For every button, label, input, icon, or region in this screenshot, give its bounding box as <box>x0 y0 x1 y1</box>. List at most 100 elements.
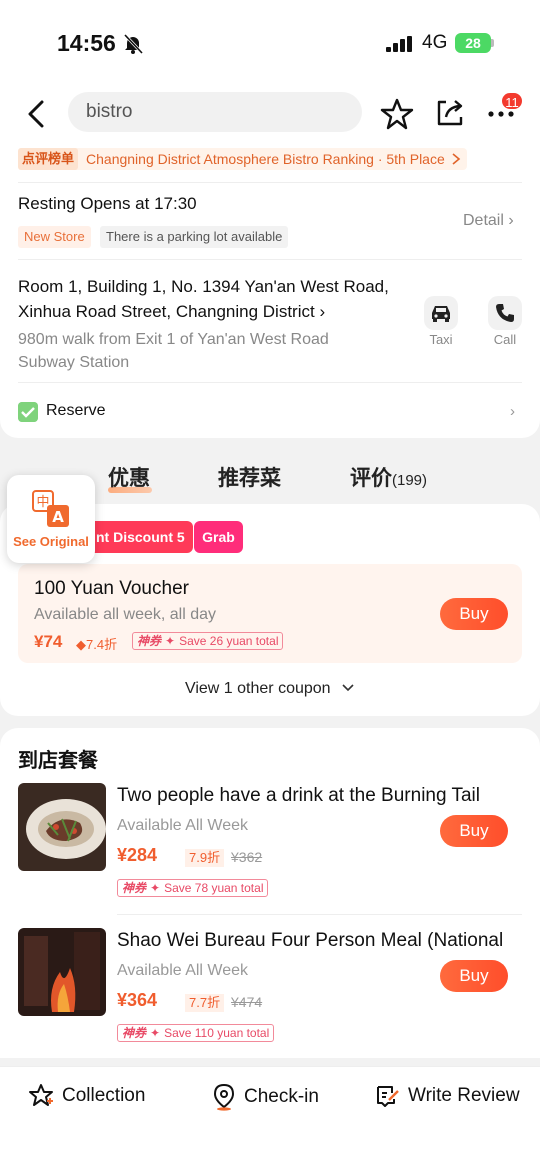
package-original-price: ¥474 <box>231 994 263 1010</box>
translate-icon: 中 A <box>32 490 69 527</box>
chevron-right-icon: › <box>508 212 514 229</box>
taxi-label: Taxi <box>429 332 453 347</box>
parking-tag: There is a parking lot available <box>100 226 289 248</box>
svg-text:A: A <box>52 508 64 526</box>
save-tag: 神券 ✦ Save 78 yuan total <box>117 879 269 897</box>
network-label: 4G <box>422 32 448 53</box>
save-text: Save 26 yuan total <box>179 634 279 648</box>
reserve-label: Reserve <box>46 402 106 419</box>
save-text: Save 78 yuan total <box>164 881 264 895</box>
tab-reviews[interactable]: 评价(199) <box>350 462 427 492</box>
ranking-banner[interactable]: 点评榜单 Changning District Atmosphere Bistr… <box>18 148 467 170</box>
detail-label: Detail <box>463 212 504 229</box>
chevron-right-icon: › <box>314 302 326 321</box>
chevron-right-icon: › <box>510 403 515 420</box>
package-original-price: ¥362 <box>231 849 263 865</box>
address[interactable]: Room 1, Building 1, No. 1394 Yan'an West… <box>18 274 398 324</box>
status-time: 14:56 <box>57 30 116 56</box>
reserve-row[interactable]: Reserve › <box>18 400 522 424</box>
chevron-right-icon <box>452 153 460 165</box>
phone-icon <box>496 304 514 322</box>
signal-icon <box>386 36 412 52</box>
nav-row: bistro 11 <box>0 88 540 140</box>
divider <box>18 259 522 260</box>
battery-tip <box>491 39 494 47</box>
package-item[interactable]: Two people have a drink at the Burning T… <box>18 783 522 903</box>
taxi-button[interactable] <box>424 296 458 330</box>
back-arrow-icon[interactable] <box>24 98 50 130</box>
checkin-button[interactable]: Check-in <box>212 1083 319 1111</box>
voucher-availability: Available all week, all day <box>34 606 217 623</box>
buy-button[interactable]: Buy <box>440 598 508 630</box>
save-tag: 神券 ✦ Save 110 yuan total <box>117 1024 275 1042</box>
bottom-action-bar: Collection Check-in Write Review <box>0 1066 540 1174</box>
package-discount: 7.9折 <box>185 849 225 867</box>
package-availability: Available All Week <box>117 962 249 979</box>
tag-icon: ◆ <box>76 637 86 652</box>
voucher-title: 100 Yuan Voucher <box>34 578 189 599</box>
review-count: (199) <box>392 472 428 489</box>
packages-section: 到店套餐 Two people have a drink at the Burn… <box>0 728 540 1058</box>
tab-recommended-dishes[interactable]: 推荐菜 <box>218 462 281 492</box>
see-original-button[interactable]: 中 A See Original <box>7 475 95 563</box>
view-other-coupons-label: View 1 other coupon <box>184 680 331 697</box>
search-input[interactable]: bistro <box>68 92 362 132</box>
package-price: ¥364 <box>117 990 158 1010</box>
sparkle-icon: ✦ <box>150 1026 161 1040</box>
package-price: ¥284 <box>117 845 158 865</box>
divider <box>18 382 522 383</box>
detail-link[interactable]: Detail › <box>463 212 514 230</box>
ranking-tag: 点评榜单 <box>18 148 79 170</box>
save-brand: 神券 <box>122 881 147 895</box>
tab-discounts[interactable]: 优惠 <box>108 462 150 492</box>
save-text: Save 110 yuan total <box>164 1026 270 1040</box>
voucher-discount: ◆7.4折 <box>76 634 117 653</box>
ranking-text: Changning District Atmosphere Bistro Ran… <box>86 151 445 167</box>
chevron-down-icon <box>342 684 354 692</box>
car-icon <box>432 306 450 322</box>
sparkle-icon: ✦ <box>150 881 161 895</box>
collection-label: Collection <box>62 1085 146 1106</box>
star-icon[interactable] <box>380 97 414 131</box>
write-review-button[interactable]: Write Review <box>374 1083 520 1109</box>
call-label: Call <box>493 332 517 347</box>
call-button[interactable] <box>488 296 522 330</box>
new-store-tag: New Store <box>18 226 91 248</box>
grab-button[interactable]: Grab <box>194 521 243 553</box>
buy-button[interactable]: Buy <box>440 960 508 992</box>
package-discount: 7.7折 <box>185 994 225 1012</box>
voucher-item[interactable]: 100 Yuan Voucher Available all week, all… <box>18 564 522 663</box>
voucher-price: ¥74 <box>34 632 63 651</box>
view-other-coupons[interactable]: View 1 other coupon <box>0 680 540 698</box>
share-icon[interactable] <box>434 97 466 129</box>
shop-info-card: bistro 11 点评榜单 Changning District Atmosp… <box>0 88 540 438</box>
sparkle-icon: ✦ <box>165 634 176 648</box>
tab-reviews-label: 评价 <box>350 467 392 490</box>
section-title: 到店套餐 <box>18 750 98 772</box>
collection-button[interactable]: Collection <box>28 1083 145 1109</box>
promo-discount-badge: nt Discount 5 <box>86 521 193 553</box>
checkmark-icon <box>18 402 38 422</box>
battery-indicator: 28 <box>455 33 491 53</box>
buy-button[interactable]: Buy <box>440 815 508 847</box>
divider <box>18 182 522 183</box>
address-text: Room 1, Building 1, No. 1394 Yan'an West… <box>18 277 389 321</box>
package-thumbnail <box>18 783 106 871</box>
bell-muted-icon <box>123 33 144 55</box>
package-title: Shao Wei Bureau Four Person Meal (Nation… <box>117 930 504 951</box>
divider <box>117 914 522 915</box>
voucher-discount-label: 7.4折 <box>86 637 118 652</box>
edit-review-icon <box>377 1086 399 1107</box>
package-title: Two people have a drink at the Burning T… <box>117 785 480 806</box>
notification-badge: 11 <box>500 91 524 111</box>
see-original-label: See Original <box>13 534 89 549</box>
package-item[interactable]: Shao Wei Bureau Four Person Meal (Nation… <box>18 928 522 1048</box>
star-plus-icon <box>29 1084 53 1106</box>
location-pin-icon <box>213 1083 235 1111</box>
status-bar: 14:56 4G 28 <box>0 0 540 88</box>
package-availability: Available All Week <box>117 817 249 834</box>
save-brand: 神券 <box>137 634 162 648</box>
checkin-label: Check-in <box>244 1086 319 1107</box>
save-brand: 神券 <box>122 1026 147 1040</box>
business-hours: Resting Opens at 17:30 <box>18 194 197 213</box>
